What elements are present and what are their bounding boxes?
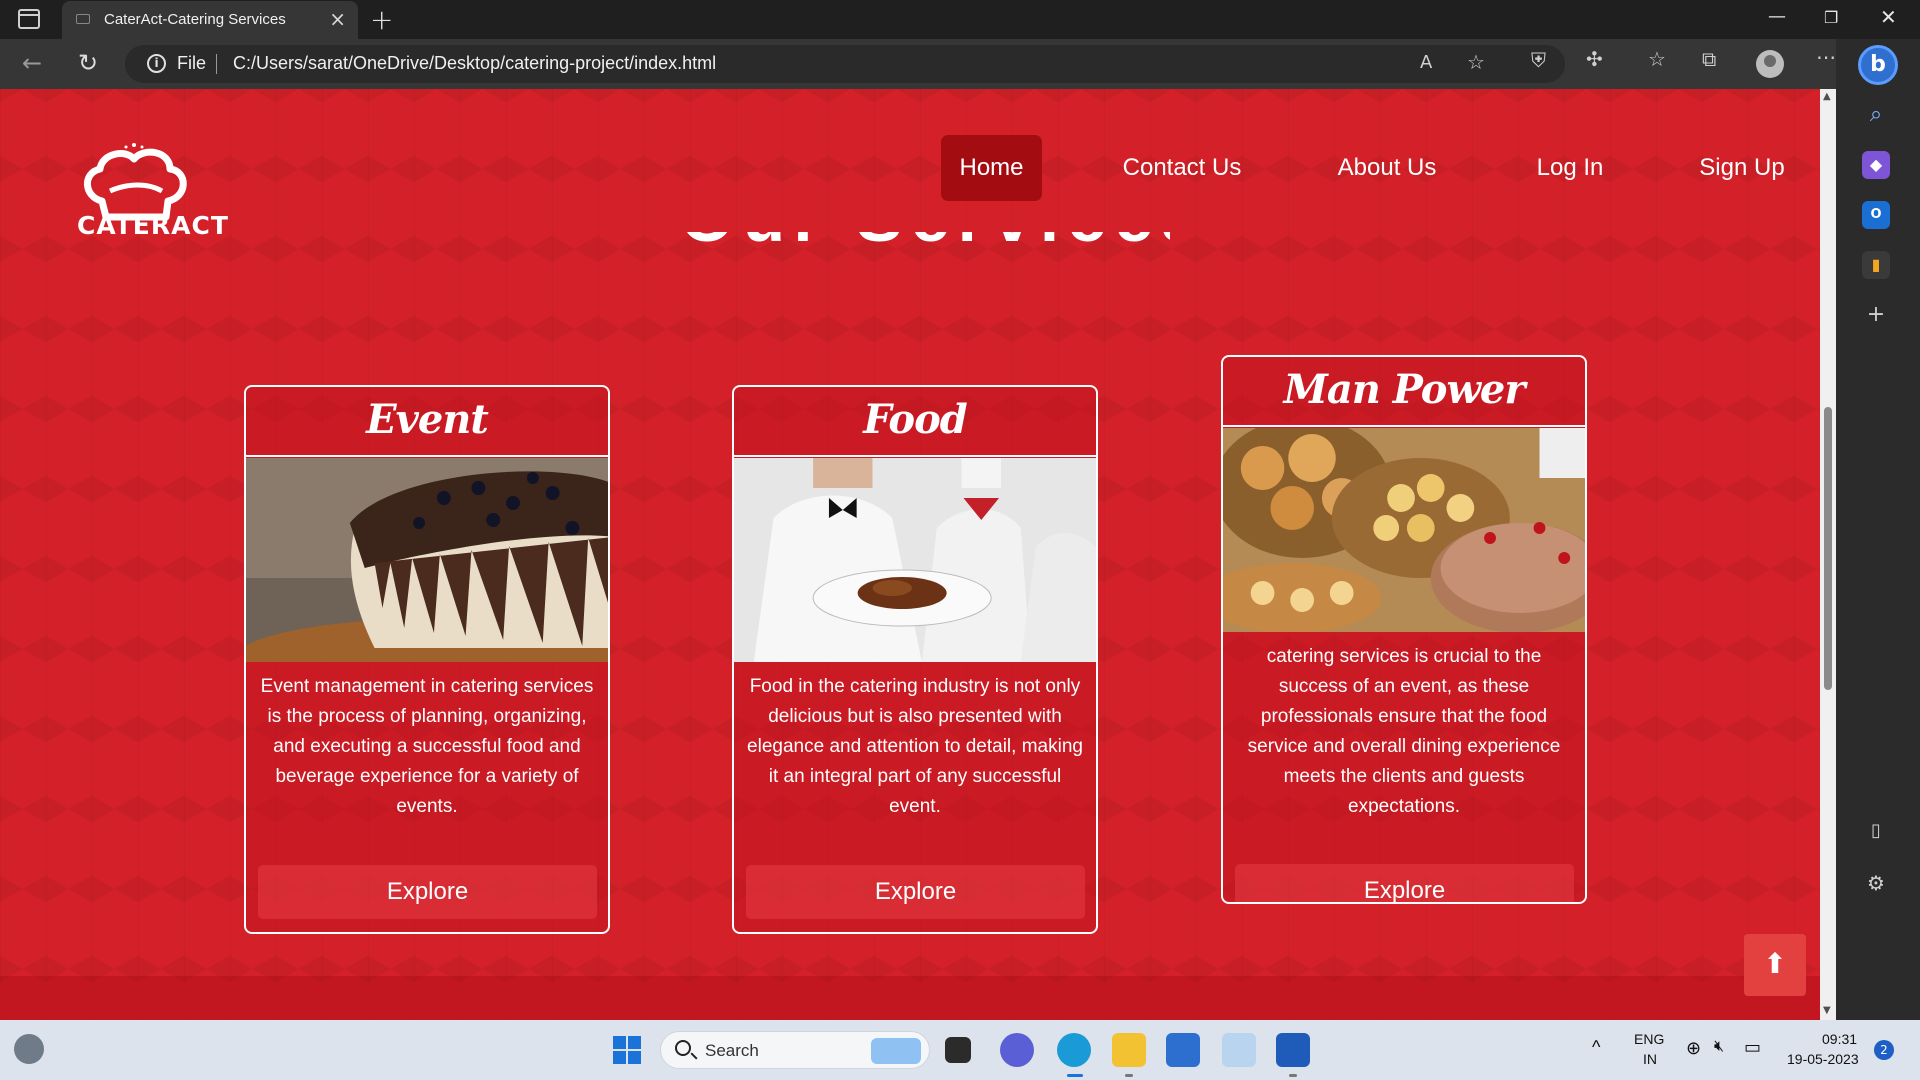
profile-avatar[interactable] [1756,50,1784,78]
nav-about-us[interactable]: About Us [1327,135,1447,201]
browser-toolbar: ← ↻ i File C:/Users/sarat/OneDrive/Deskt… [0,39,1920,89]
card-description: Event management in catering services is… [260,676,594,817]
collections-icon[interactable]: ⧉ [1702,47,1716,71]
new-tab-icon[interactable]: + [370,3,393,36]
explore-button[interactable]: Explore [1235,864,1574,902]
service-card-food: Food Food in the catering industry is no… [732,385,1098,934]
card-description: Food in the catering industry is not onl… [747,676,1083,817]
section-title: Our Services [680,232,1170,252]
restore-icon[interactable]: ❐ [1824,8,1838,27]
outlook-icon[interactable]: O [1862,201,1890,229]
teams-chat-icon[interactable] [1000,1033,1034,1067]
extensions-icon[interactable]: ✣ [1586,47,1603,71]
waiters-serving-food-image [734,458,1096,662]
edge-active-indicator [1067,1074,1083,1077]
taskbar-search-label: Search [705,1041,759,1060]
arrow-up-icon: ⬆ [1763,947,1787,980]
add-sidebar-app-icon[interactable]: + [1862,301,1890,329]
browser-tab-bar: CaterAct-Catering Services × + — ❐ ✕ [0,0,1920,39]
site-info-icon[interactable]: i [147,54,166,73]
word-icon[interactable] [1276,1033,1310,1067]
card-title: Man Power [1223,357,1585,427]
tab-title: CaterAct-Catering Services [104,11,286,28]
shopping-icon[interactable]: ◆ [1862,151,1890,179]
service-card-man-power: Man Power catering services is crucial t… [1221,355,1587,904]
microsoft-store-icon[interactable] [1166,1033,1200,1067]
edge-browser-icon[interactable] [1057,1033,1091,1067]
footer-band [0,976,1820,1020]
chocolate-cake-image [246,458,608,662]
search-icon [675,1040,691,1056]
section-title-clipped: Our Services [680,232,1170,252]
nav-log-in[interactable]: Log In [1528,135,1612,201]
card-title: Food [734,387,1096,457]
windows-start-icon[interactable] [613,1036,641,1064]
shield-icon[interactable]: ⛨ [1531,48,1546,72]
edge-sidebar: b ⌕ ◆ O ▮ + ▯ ⚙ [1836,39,1920,1020]
tab-actions-icon[interactable] [18,9,40,29]
back-to-top-button[interactable]: ⬆ [1744,934,1806,996]
pastries-and-cakes-image [1223,428,1585,632]
battery-icon[interactable]: ▭ [1744,1037,1761,1058]
clock-time[interactable]: 09:31 [1822,1031,1857,1047]
address-bar[interactable]: i File C:/Users/sarat/OneDrive/Desktop/c… [125,45,1565,83]
page-scrollbar[interactable]: ▲ ▼ [1820,89,1836,1020]
read-aloud-icon[interactable]: A [1420,52,1432,73]
minimize-icon[interactable]: — [1768,6,1786,27]
service-card-event-management: Event Management Event management in cat… [244,385,610,934]
show-hidden-icons-icon[interactable]: ^ [1592,1037,1600,1058]
windows-taskbar: Search ^ ENG IN ⊕ 🔇︎ ▭ 09:31 19-05-2023 [0,1020,1920,1080]
settings-gear-icon[interactable]: ⚙ [1862,869,1890,897]
clock-date[interactable]: 19-05-2023 [1787,1051,1859,1067]
word-running-indicator [1289,1074,1297,1077]
hide-sidebar-icon[interactable]: ▯ [1862,817,1890,845]
address-separator [216,54,217,74]
logo-text[interactable]: CATERACT [77,211,229,240]
explore-button[interactable]: Explore [258,865,597,919]
volume-muted-icon[interactable]: 🔇︎ [1714,1038,1724,1056]
network-globe-icon[interactable]: ⊕ [1686,1038,1701,1059]
search-sidebar-icon[interactable]: ⌕ [1862,101,1890,129]
refresh-icon[interactable]: ↻ [78,49,98,77]
address-scheme: File [177,53,207,73]
explorer-running-indicator [1125,1074,1133,1077]
language-line2[interactable]: IN [1643,1051,1657,1067]
file-explorer-icon[interactable] [1112,1033,1146,1067]
taskbar-search-box[interactable]: Search [660,1031,930,1069]
address-url[interactable]: C:/Users/sarat/OneDrive/Desktop/catering… [233,53,716,74]
explore-button[interactable]: Explore [746,865,1085,919]
card-description: catering services is crucial to the succ… [1247,646,1561,817]
search-highlight-icon [871,1038,921,1064]
page-favicon-icon [76,14,90,24]
bing-chat-icon[interactable]: b [1858,45,1898,85]
add-favorite-icon[interactable]: ☆ [1467,50,1485,74]
nav-home[interactable]: Home [941,135,1042,201]
nav-contact-us[interactable]: Contact Us [1106,135,1258,201]
task-view-icon[interactable] [945,1037,971,1063]
close-tab-icon[interactable]: × [329,7,346,31]
card-title: Event Management [246,387,608,509]
web-page: CATERACT Home Contact Us About Us Log In… [0,89,1836,1020]
scroll-down-arrow-icon[interactable]: ▼ [1823,1005,1831,1016]
weather-widget-icon[interactable] [14,1034,44,1064]
scroll-up-arrow-icon[interactable]: ▲ [1823,91,1831,102]
notification-badge[interactable]: 2 [1874,1040,1894,1060]
close-window-icon[interactable]: ✕ [1880,5,1897,29]
office-icon[interactable]: ▮ [1862,251,1890,279]
nav-sign-up[interactable]: Sign Up [1692,135,1792,201]
language-line1[interactable]: ENG [1634,1031,1664,1047]
photos-app-icon[interactable] [1222,1033,1256,1067]
back-icon[interactable]: ← [22,49,42,77]
favorites-icon[interactable]: ☆ [1648,47,1666,71]
browser-tab[interactable]: CaterAct-Catering Services × [62,1,358,39]
more-options-icon[interactable]: ⋯ [1816,45,1836,69]
scrollbar-thumb[interactable] [1824,407,1832,690]
